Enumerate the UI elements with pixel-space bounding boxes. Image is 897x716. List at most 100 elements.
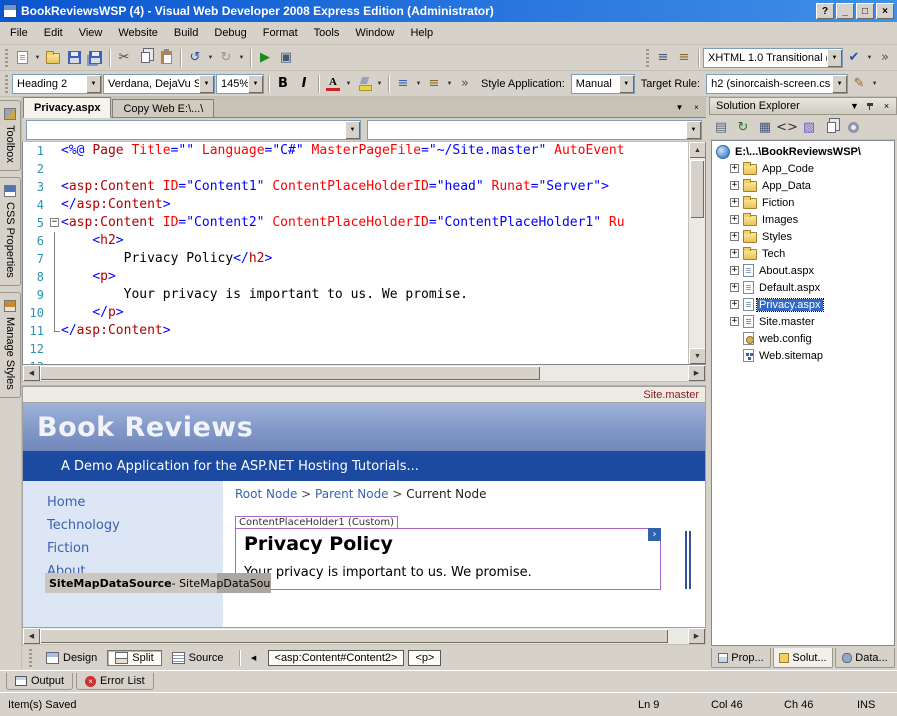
- expand-icon[interactable]: +: [730, 283, 739, 292]
- menu-build[interactable]: Build: [166, 24, 206, 42]
- split-view-button[interactable]: Split: [107, 650, 161, 666]
- tree-item-site-master[interactable]: +Site.master: [712, 313, 894, 330]
- copy-website-icon[interactable]: [821, 117, 841, 137]
- design-view[interactable]: Book Reviews A Demo Application for the …: [22, 402, 706, 628]
- close-panel-icon[interactable]: ×: [879, 99, 894, 113]
- expand-icon[interactable]: +: [730, 232, 739, 241]
- new-style-icon[interactable]: ✎: [849, 74, 869, 94]
- menu-format[interactable]: Format: [255, 24, 306, 42]
- tree-item-app-code[interactable]: +App_Code: [712, 160, 894, 177]
- cut-icon[interactable]: ✂: [114, 48, 134, 68]
- redo-icon[interactable]: ↻: [216, 48, 236, 68]
- add-new-item-caret-icon[interactable]: ▼: [33, 55, 42, 61]
- tag-navigator-item[interactable]: <asp:Content#Content2>: [268, 650, 405, 666]
- nest-related-files-icon[interactable]: ▦: [755, 117, 775, 137]
- nav-link-technology[interactable]: Technology: [47, 518, 223, 533]
- undo-caret-icon[interactable]: ▼: [206, 55, 215, 61]
- align-icon[interactable]: ≡: [393, 74, 413, 94]
- menu-help[interactable]: Help: [402, 24, 441, 42]
- target-rule-combo[interactable]: h2 (sinorcaish-screen.cs ▼: [706, 74, 848, 94]
- placeholder-actions-arrow-icon[interactable]: ›: [648, 528, 661, 541]
- bullets-icon[interactable]: ≡: [424, 74, 444, 94]
- more-formatting-icon[interactable]: »: [455, 74, 475, 94]
- collapse-region-icon[interactable]: −: [50, 218, 59, 227]
- expand-icon[interactable]: +: [730, 215, 739, 224]
- open-file-icon[interactable]: [43, 48, 63, 68]
- check-page-icon[interactable]: ✔: [844, 48, 864, 68]
- close-document-icon[interactable]: ×: [689, 100, 704, 114]
- paste-icon[interactable]: [156, 48, 176, 68]
- expand-icon[interactable]: +: [730, 266, 739, 275]
- undo-icon[interactable]: ↺: [185, 48, 205, 68]
- scroll-up-icon[interactable]: ▲: [689, 142, 706, 158]
- expand-icon[interactable]: +: [730, 198, 739, 207]
- menu-tools[interactable]: Tools: [306, 24, 348, 42]
- vscroll-thumb[interactable]: [690, 160, 704, 218]
- chevron-down-icon[interactable]: ▼: [345, 121, 360, 139]
- menu-window[interactable]: Window: [347, 24, 402, 42]
- bottom-tab-output[interactable]: Output: [6, 673, 73, 690]
- highlight-caret-icon[interactable]: ▼: [375, 81, 384, 87]
- scroll-right-icon[interactable]: ▶: [688, 365, 705, 381]
- minimize-button[interactable]: _: [836, 3, 854, 19]
- tab-list-caret-icon[interactable]: ▼: [672, 100, 687, 114]
- hscroll-track[interactable]: [40, 365, 688, 381]
- font-combo[interactable]: Verdana, DejaVu S ▼: [103, 74, 215, 94]
- check-page-caret-icon[interactable]: ▼: [865, 55, 874, 61]
- side-tab-toolbox[interactable]: Toolbox: [0, 100, 21, 171]
- design-view-button[interactable]: Design: [38, 650, 105, 666]
- side-tab-css-properties[interactable]: CSS Properties: [0, 177, 21, 286]
- copy-icon[interactable]: [135, 48, 155, 68]
- scroll-left-icon[interactable]: ◀: [23, 365, 40, 381]
- chevron-down-icon[interactable]: ▼: [686, 121, 701, 139]
- tree-item-web-sitemap[interactable]: Web.sitemap: [712, 347, 894, 364]
- auto-hide-pin-icon[interactable]: [863, 99, 878, 113]
- scroll-down-icon[interactable]: ▼: [689, 348, 706, 364]
- tree-root[interactable]: E:\...\BookReviewsWSP\: [712, 143, 894, 160]
- tree-item-default-aspx[interactable]: +Default.aspx: [712, 279, 894, 296]
- side-tab-manage-styles[interactable]: Manage Styles: [0, 292, 21, 398]
- chevron-down-icon[interactable]: ▼: [86, 75, 101, 93]
- hscroll-thumb[interactable]: [40, 366, 540, 380]
- tree-item-styles[interactable]: +Styles: [712, 228, 894, 245]
- close-button[interactable]: ×: [876, 3, 894, 19]
- font-size-combo[interactable]: 145% ▼: [216, 74, 264, 94]
- panel-tab-solut[interactable]: Solut...: [773, 648, 833, 668]
- nav-link-fiction[interactable]: Fiction: [47, 541, 223, 556]
- tree-item-privacy-aspx[interactable]: +Privacy.aspx: [712, 296, 894, 313]
- tree-item-tech[interactable]: +Tech: [712, 245, 894, 262]
- format-block-icon[interactable]: ≡: [653, 48, 673, 68]
- source-view-button[interactable]: Source: [164, 650, 232, 666]
- save-icon[interactable]: [64, 48, 84, 68]
- editor-vertical-scrollbar[interactable]: ▲ ▼: [688, 142, 705, 364]
- redo-caret-icon[interactable]: ▼: [237, 55, 246, 61]
- menu-view[interactable]: View: [71, 24, 111, 42]
- breadcrumb-link[interactable]: Parent Node: [315, 487, 389, 501]
- contentplaceholder-box[interactable]: › Privacy Policy Your privacy is importa…: [235, 528, 661, 590]
- tree-item-web-config[interactable]: web.config: [712, 330, 894, 347]
- editor-horizontal-scrollbar[interactable]: ◀ ▶: [22, 365, 706, 382]
- expand-icon[interactable]: +: [730, 317, 739, 326]
- expand-icon[interactable]: +: [730, 164, 739, 173]
- view-code-icon[interactable]: <>: [777, 117, 797, 137]
- menu-file[interactable]: File: [2, 24, 36, 42]
- fold-start-marker[interactable]: −: [49, 214, 61, 232]
- source-editor[interactable]: 1<%@ Page Title="" Language="C#" MasterP…: [22, 142, 706, 365]
- bullets-caret-icon[interactable]: ▼: [445, 81, 454, 87]
- tree-item-fiction[interactable]: +Fiction: [712, 194, 894, 211]
- font-color-icon[interactable]: A: [323, 74, 343, 94]
- style-combo[interactable]: Heading 2 ▼: [12, 74, 102, 94]
- scroll-right-icon[interactable]: ▶: [688, 628, 705, 644]
- chevron-down-icon[interactable]: ▼: [248, 75, 263, 93]
- italic-button[interactable]: I: [294, 74, 314, 94]
- bottom-tab-error-list[interactable]: ×Error List: [76, 673, 154, 690]
- event-dropdown[interactable]: ▼: [367, 120, 702, 140]
- scroll-left-icon[interactable]: ◀: [23, 628, 40, 644]
- highlight-icon[interactable]: [354, 74, 374, 94]
- sitemapdatasource-control[interactable]: SiteMapDataSource - SiteMapDataSource1: [45, 573, 271, 593]
- maximize-button[interactable]: □: [856, 3, 874, 19]
- aspnet-configuration-icon[interactable]: [843, 117, 863, 137]
- panel-tab-data[interactable]: Data...: [835, 648, 895, 668]
- style-application-combo[interactable]: Manual ▼: [571, 74, 635, 94]
- breadcrumb-link[interactable]: Root Node: [235, 487, 297, 501]
